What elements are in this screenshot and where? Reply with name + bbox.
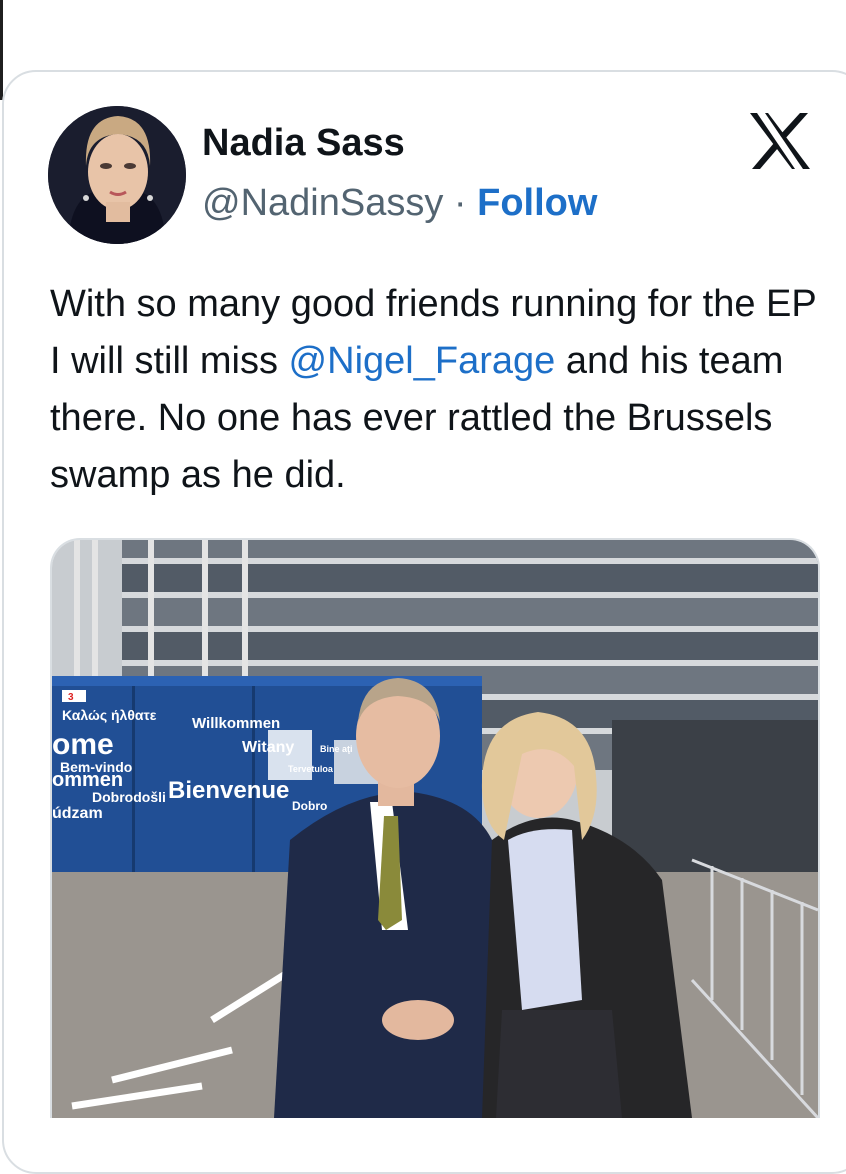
tweet-text: With so many good friends running for th… [50,276,830,504]
sign-word-5: Dobrodošli [92,789,166,805]
sign-word-1: Καλώς ήλθατε [62,707,157,723]
avatar-portrait [48,106,186,244]
mention-link[interactable]: @Nigel_Farage [289,340,556,382]
sign-word-7: Willkommen [192,715,280,732]
sign-word-11: Bine aţi [320,744,353,754]
sign-word-9: Bienvenue [168,777,289,804]
left-edge-rule [0,0,3,100]
author-avatar[interactable] [48,106,186,244]
handle-row: @NadinSassy · Follow [202,182,597,225]
sign-number: 3 [68,692,74,703]
sign-word-12: Dobro [292,799,327,813]
sign-word-6: údzam [52,805,103,822]
author-name[interactable]: Nadia Sass [202,122,405,165]
handle-separator: · [453,182,467,224]
x-logo-icon[interactable] [748,112,812,170]
sign-word-8: Witany [242,739,294,756]
sign-word-4: ommen [52,769,123,791]
tweet-photo[interactable]: Καλώς ήλθατε ome Bem-vindo ommen Dobrodo… [50,538,820,1118]
author-handle[interactable]: @NadinSassy [202,182,443,224]
sign-word-2: ome [52,728,114,761]
follow-button[interactable]: Follow [477,182,597,224]
photo-illustration: Καλώς ήλθατε ome Bem-vindo ommen Dobrodo… [52,540,818,1118]
sign-word-10: Tervetuloa [288,764,334,774]
